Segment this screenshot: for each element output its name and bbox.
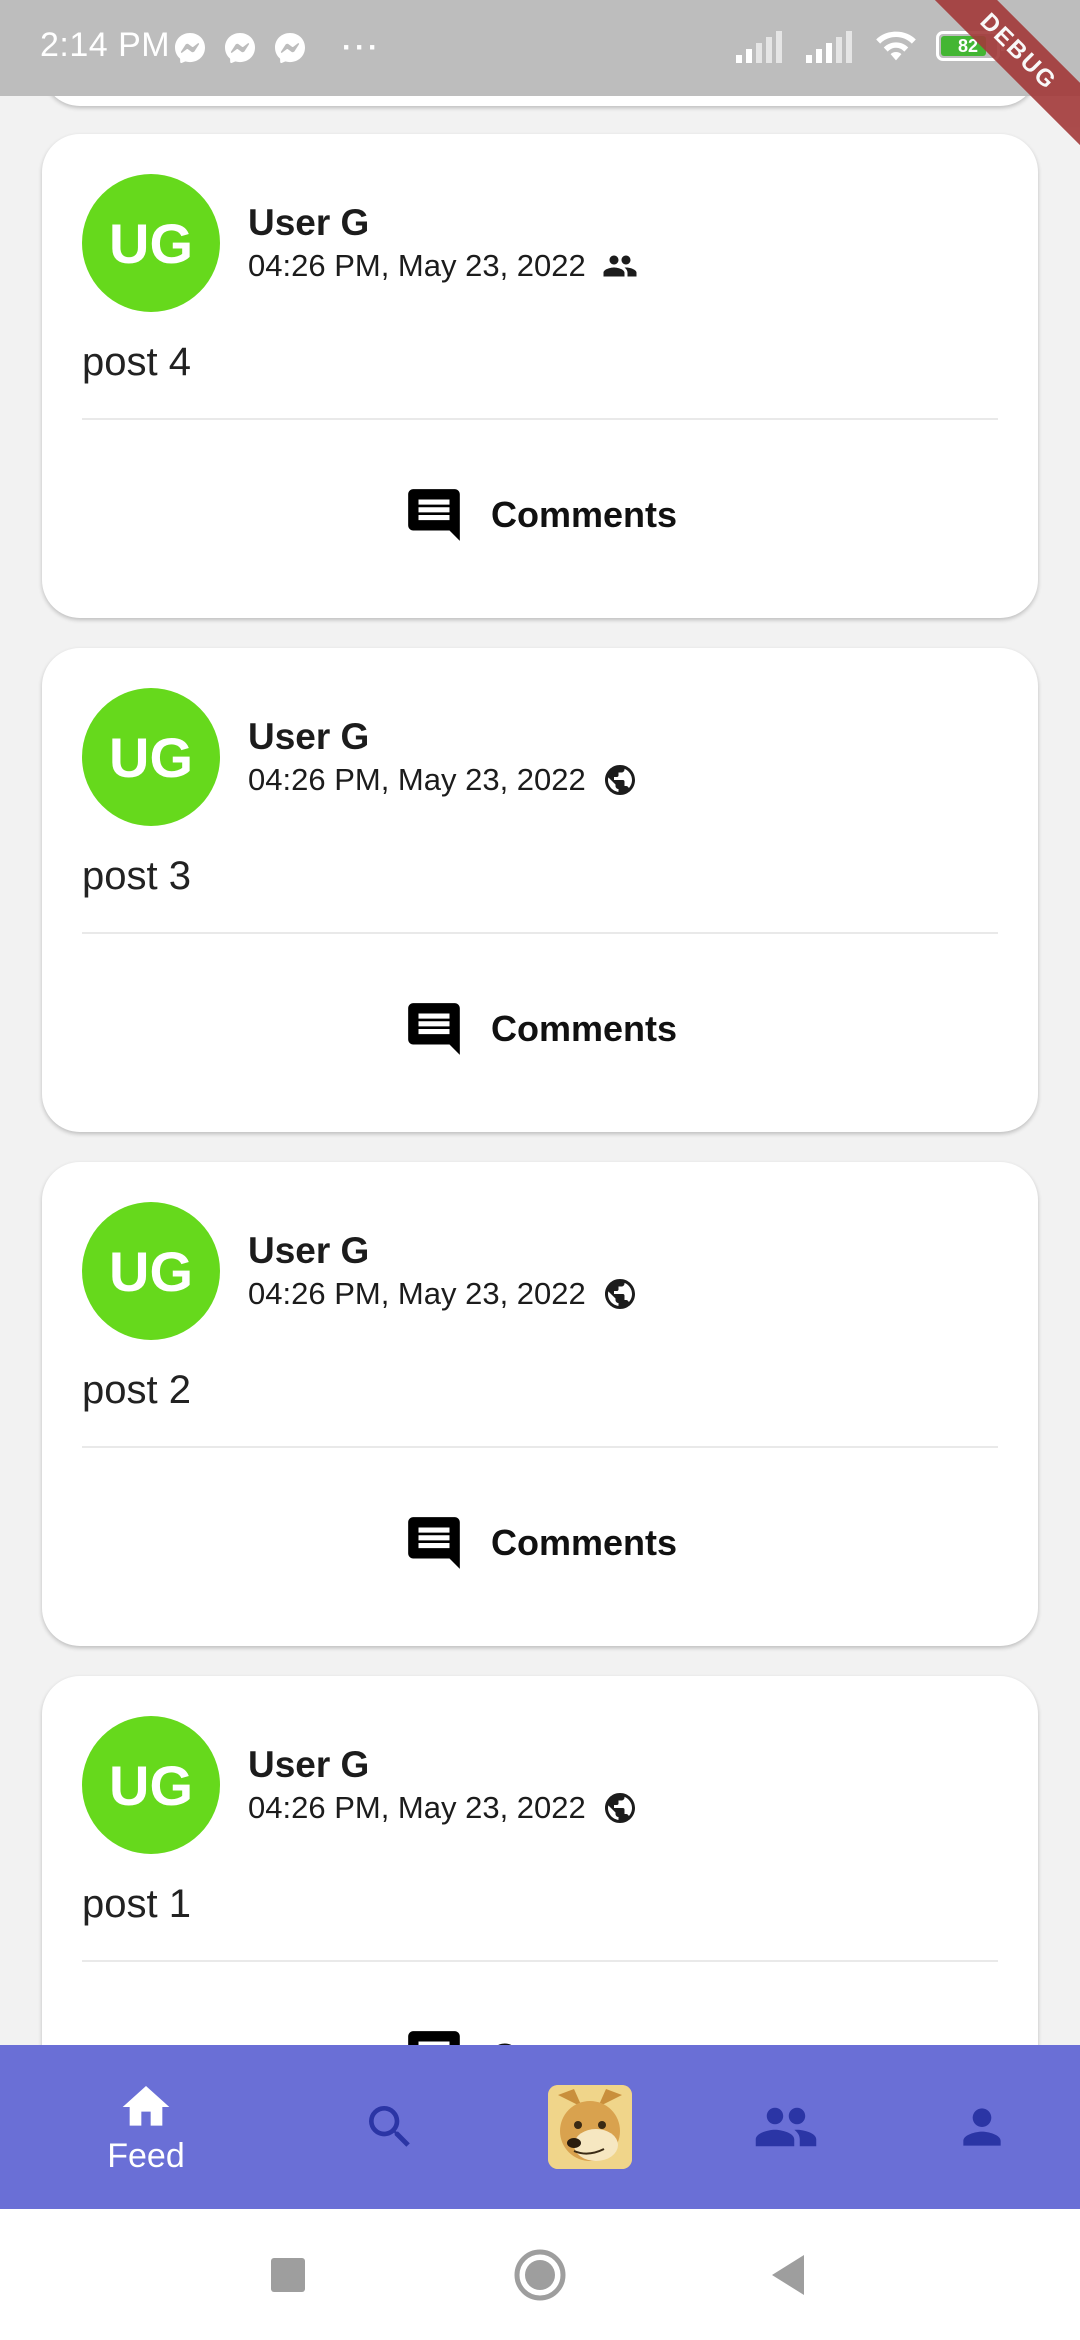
recents-button[interactable] (248, 2209, 328, 2340)
profile-icon (963, 2108, 1001, 2146)
author-avatar[interactable]: UG (82, 688, 220, 826)
comments-label: Comments (490, 1522, 678, 1563)
divider (82, 1446, 998, 1448)
author-name[interactable]: User G (248, 1744, 369, 1786)
post-meta: 04:26 PM, May 23, 2022 (248, 1790, 638, 1826)
post-date: 04:26 PM, May 23, 2022 (248, 248, 586, 283)
post-date: 04:26 PM, May 23, 2022 (248, 762, 586, 797)
doge-avatar (548, 2085, 632, 2169)
nav-item-friends[interactable] (746, 2045, 826, 2209)
divider (82, 418, 998, 420)
search-icon (369, 2106, 410, 2147)
doge-image (548, 2085, 632, 2169)
home-button[interactable] (500, 2209, 580, 2340)
post-card: UG User G 04:26 PM, May 23, 2022 post 4 … (42, 134, 1038, 618)
messenger-icon (275, 33, 305, 63)
globe-icon (604, 1793, 635, 1823)
post-card: UG User G 04:26 PM, May 23, 2022 post 2 … (42, 1162, 1038, 1646)
status-bar: 2:14 PM ··· 82 DEBUG (0, 0, 1080, 153)
comments-label: Comments (491, 2036, 677, 2045)
globe-icon (604, 1279, 635, 1309)
more-notifications-icon: ··· (342, 31, 381, 64)
comments-label: Comments (490, 1008, 678, 1049)
post-meta: 04:26 PM, May 23, 2022 (248, 248, 638, 284)
author-avatar[interactable]: UG (82, 1202, 220, 1340)
messenger-icon (225, 33, 255, 63)
friends-icon (755, 2107, 817, 2147)
home-icon (122, 2085, 170, 2126)
bottom-navigation: Feed (0, 2045, 1080, 2209)
square-icon (271, 2257, 305, 2292)
divider (82, 932, 998, 934)
author-avatar[interactable]: UG (82, 174, 220, 312)
system-navigation-bar (0, 2209, 1080, 2340)
friends-icon (603, 255, 637, 277)
comment-icon (408, 1003, 460, 1055)
comments-button[interactable]: Comments (42, 1512, 1038, 1574)
circle-icon (514, 2249, 566, 2300)
nav-item-search[interactable] (350, 2045, 430, 2209)
system-icons: 82 (734, 28, 1005, 64)
nav-item-center[interactable] (548, 2045, 632, 2209)
post-date: 04:26 PM, May 23, 2022 (248, 1790, 586, 1825)
comments-label: Comments (490, 494, 678, 535)
comments-button[interactable]: Comments (42, 484, 1038, 546)
nav-item-profile[interactable] (942, 2045, 1022, 2209)
post-meta: 04:26 PM, May 23, 2022 (248, 1276, 638, 1312)
post-text: post 3 (82, 854, 191, 898)
wifi-icon (876, 31, 916, 61)
divider (82, 1960, 998, 1962)
back-button[interactable] (748, 2209, 828, 2340)
comment-icon (408, 489, 460, 541)
post-meta: 04:26 PM, May 23, 2022 (248, 762, 638, 798)
notification-icons: ··· (172, 30, 381, 66)
nav-item-feed[interactable]: Feed (66, 2045, 226, 2209)
comments-button[interactable]: Comments (42, 2026, 1038, 2045)
author-avatar[interactable]: UG (82, 1716, 220, 1854)
post-text: post 1 (82, 1882, 191, 1926)
post-date: 04:26 PM, May 23, 2022 (248, 1276, 586, 1311)
comment-icon (408, 2031, 460, 2045)
back-triangle-icon (772, 2254, 804, 2295)
nav-label-feed: Feed (107, 2136, 185, 2175)
comments-button[interactable]: Comments (42, 998, 1038, 1060)
globe-icon (604, 765, 635, 795)
author-name[interactable]: User G (248, 202, 369, 244)
messenger-icon (175, 33, 205, 63)
comment-icon (408, 1517, 460, 1569)
post-text: post 4 (82, 340, 191, 384)
signal-icon (736, 31, 782, 63)
signal-icon (806, 31, 852, 63)
feed-list[interactable]: UG User G 04:26 PM, May 23, 2022 post 4 … (0, 0, 1080, 2045)
post-card: UG User G 04:26 PM, May 23, 2022 post 3 … (42, 648, 1038, 1132)
status-time: 2:14 PM (40, 26, 171, 64)
post-card: UG User G 04:26 PM, May 23, 2022 post 1 … (42, 1676, 1038, 2045)
post-text: post 2 (82, 1368, 191, 1412)
author-name[interactable]: User G (248, 716, 369, 758)
author-name[interactable]: User G (248, 1230, 369, 1272)
